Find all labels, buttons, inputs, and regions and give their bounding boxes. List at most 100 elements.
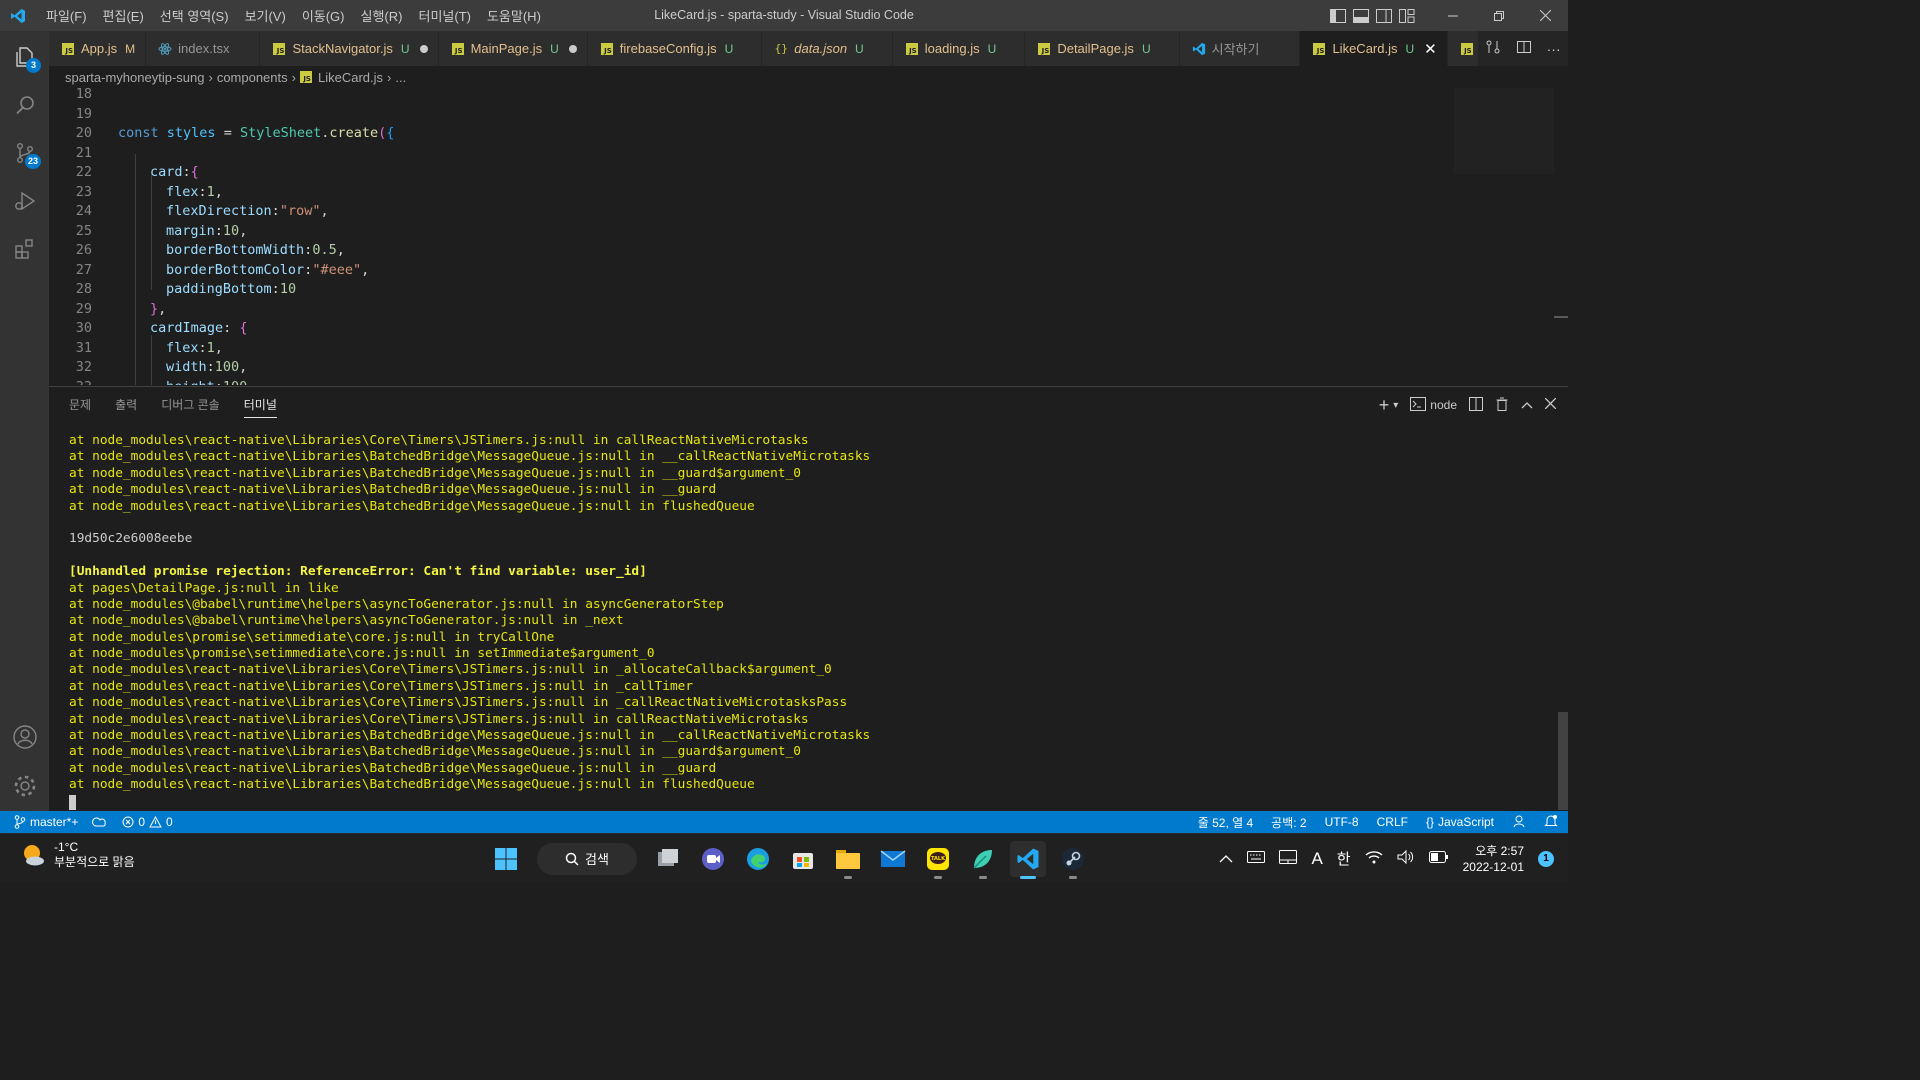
close-tab-icon[interactable]: ✕ [1424,40,1437,58]
toggle-secondary-sidebar-icon[interactable] [1374,8,1393,24]
terminal-name[interactable]: node [1430,398,1457,412]
minimap[interactable] [1454,88,1554,174]
volume-icon[interactable] [1397,849,1415,867]
tab-mainpage-js[interactable]: JS MainPage.js U [438,31,588,66]
tab-problems[interactable]: 문제 [69,387,91,423]
close-panel-icon[interactable] [1544,397,1557,412]
feedback-icon[interactable] [1512,814,1526,831]
end-of-line[interactable]: CRLF [1377,815,1408,829]
encoding[interactable]: UTF-8 [1325,815,1359,829]
tab-output[interactable]: 출력 [115,387,137,423]
weather-widget[interactable]: -1°C 부분적으로 맑음 [20,840,135,870]
terminal-line: at pages\DetailPage.js:null in like [69,580,339,596]
search-icon[interactable] [0,81,49,129]
restore-button[interactable] [1476,0,1522,31]
clock[interactable]: 오후 2:57 2022-12-01 [1463,843,1524,875]
font-letter[interactable]: A [1311,849,1322,869]
menu-selection[interactable]: 선택 영역(S) [152,6,237,25]
run-debug-icon[interactable] [0,177,49,225]
breadcrumb-folder[interactable]: components [217,70,288,85]
vscode-taskbar-icon[interactable] [1010,840,1046,879]
unsaved-dot-icon[interactable] [419,44,428,53]
menu-run[interactable]: 실행(R) [353,6,411,25]
git-branch[interactable]: master*+ [14,815,78,829]
tab-stacknavigator-js[interactable]: JS StackNavigator.js U [260,31,439,66]
toggle-primary-sidebar-icon[interactable] [1328,8,1347,24]
unsaved-dot-icon[interactable] [568,44,577,53]
split-terminal-icon[interactable] [1469,396,1483,414]
file-explorer-icon[interactable] [830,841,866,879]
leaf-app-icon[interactable] [965,841,1001,879]
chevron-right-icon: › [387,69,392,85]
tab-index-tsx[interactable]: index.tsx [146,31,261,66]
chevron-up-icon[interactable] [1219,851,1233,866]
terminal-scrollbar[interactable] [1558,712,1568,810]
menu-file[interactable]: 파일(F) [38,6,95,25]
menu-terminal[interactable]: 터미널(T) [410,6,478,25]
settings-gear-icon[interactable] [0,762,49,810]
tab-overflow[interactable]: JS [1447,31,1481,66]
notification-badge[interactable]: 1 [1538,850,1554,867]
indentation[interactable]: 공백: 2 [1271,814,1306,831]
ime-indicator[interactable]: 한 [1337,848,1351,869]
menu-help[interactable]: 도움말(H) [479,6,549,25]
tab-git-status: U [987,41,997,56]
notifications-bell-icon[interactable] [1544,814,1558,831]
breadcrumb-folder[interactable]: sparta-myhoneytip-sung [65,70,204,85]
tab-data-json[interactable]: {} data.json U [762,31,893,66]
tab-terminal[interactable]: 터미널 [243,387,277,423]
microsoft-store-icon[interactable] [785,841,821,877]
open-changes-icon[interactable] [1485,39,1501,58]
accounts-icon[interactable] [0,713,49,761]
menu-go[interactable]: 이동(G) [294,6,353,25]
activity-bar: 3 23 [0,31,49,811]
problems-summary[interactable]: 0 0 [122,815,173,829]
chevron-down-icon[interactable]: ▾ [1393,400,1398,411]
close-window-button[interactable] [1522,0,1568,31]
language-mode[interactable]: {} JavaScript [1426,815,1494,829]
js-file-icon: JS [1460,42,1474,56]
wifi-icon[interactable] [1365,850,1383,867]
battery-icon[interactable] [1428,851,1449,866]
editor-scrollbar[interactable] [1554,316,1568,318]
start-button[interactable] [488,841,524,877]
tab-firebaseconfig-js[interactable]: JS firebaseConfig.js U [587,31,763,66]
menu-view[interactable]: 보기(V) [237,6,294,25]
minimize-button[interactable] [1430,0,1476,31]
extensions-icon[interactable] [0,225,49,273]
breadcrumb-file[interactable]: LikeCard.js [318,70,383,85]
more-actions-icon[interactable]: ··· [1547,41,1561,57]
teams-chat-icon[interactable] [695,841,731,877]
maximize-panel-icon[interactable] [1521,398,1533,412]
task-view-icon[interactable] [650,841,686,877]
customize-layout-icon[interactable] [1397,8,1416,24]
breadcrumb-symbol[interactable]: ... [395,70,406,85]
code-editor[interactable]: 18 19 20 const styles = StyleSheet.create… [49,88,1568,385]
kakaotalk-icon[interactable]: TALK [920,841,956,879]
vscode-logo-icon[interactable] [0,0,36,31]
new-terminal-icon[interactable]: + [1379,395,1390,416]
tab-app-js[interactable]: JS App.js M [49,31,147,66]
split-editor-icon[interactable] [1516,39,1532,58]
toggle-panel-icon[interactable] [1351,8,1370,24]
trash-icon[interactable] [1495,397,1509,414]
explorer-icon[interactable]: 3 [0,33,49,81]
tab-label: MainPage.js [470,41,543,56]
sync-icon[interactable] [92,816,108,828]
tab-detailpage-js[interactable]: JS DetailPage.js U [1025,31,1180,66]
tab-get-started[interactable]: 시작하기 [1179,31,1301,66]
mail-icon[interactable] [875,841,911,877]
steam-icon[interactable] [1055,841,1091,879]
tab-debug-console[interactable]: 디버그 콘솔 [161,387,220,423]
touchpad-icon[interactable] [1279,850,1298,867]
js-file-icon: JS [299,71,312,83]
tab-loading-js[interactable]: JS loading.js U [892,31,1026,66]
edge-browser-icon[interactable] [740,841,776,877]
menu-edit[interactable]: 편집(E) [95,6,152,25]
cursor-position[interactable]: 줄 52, 열 4 [1198,814,1253,831]
source-control-icon[interactable]: 23 [0,129,49,177]
keyboard-icon[interactable] [1247,851,1266,866]
tab-likecard-js[interactable]: JS LikeCard.js U ✕ [1300,31,1448,66]
terminal-output[interactable]: at node_modules\react-native\Libraries\C… [69,433,1529,810]
taskbar-search[interactable]: 검색 [537,842,637,875]
